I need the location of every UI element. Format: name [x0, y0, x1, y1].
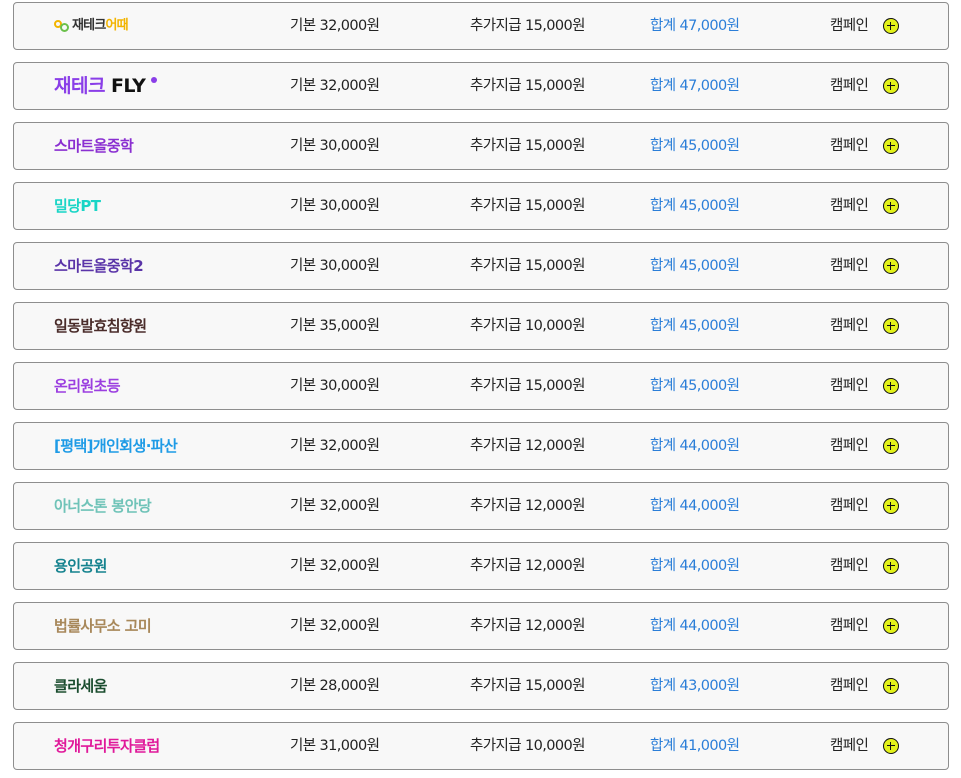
campaign-row[interactable]: 재테크 FLY 기본 32,000원 추가지급 15,000원 합계 47,000원 캠페… — [13, 62, 949, 110]
plus-circle-icon[interactable] — [883, 738, 899, 754]
plus-circle-icon[interactable] — [883, 438, 899, 454]
plus-circle-icon[interactable] — [883, 318, 899, 334]
extra-amount: 추가지급 15,000원 — [470, 18, 585, 34]
brand-name: 청개구리투자클럽 — [54, 737, 160, 755]
extra-amount: 추가지급 10,000원 — [470, 318, 585, 334]
brand-name: 스마트올중학 — [54, 137, 134, 155]
base-amount: 기본 30,000원 — [290, 198, 380, 214]
extra-amount: 추가지급 12,000원 — [470, 438, 585, 454]
total-amount: 합계 45,000원 — [650, 258, 740, 274]
extra-amount: 추가지급 15,000원 — [470, 198, 585, 214]
brand-name-part: 어때 — [105, 18, 128, 33]
total-amount: 합계 44,000원 — [650, 498, 740, 514]
campaign-label: 캠페인 — [830, 738, 869, 754]
brand-name: 법률사무소 고미 — [54, 617, 152, 635]
plus-circle-icon[interactable] — [883, 18, 899, 34]
campaign-row[interactable]: 스마트올중학2 기본 30,000원 추가지급 15,000원 합계 45,000원 캠… — [13, 242, 949, 290]
plus-circle-icon[interactable] — [883, 138, 899, 154]
total-amount: 합계 44,000원 — [650, 438, 740, 454]
extra-amount: 추가지급 10,000원 — [470, 738, 585, 754]
base-amount: 기본 30,000원 — [290, 138, 380, 154]
campaign-label: 캠페인 — [830, 78, 869, 94]
campaign-row[interactable]: 재테크어때 기본 32,000원 추가지급 15,000원 합계 47,000원 캠페인 — [13, 2, 949, 50]
brand-name: 재테크어때 — [72, 3, 129, 49]
total-amount: 합계 44,000원 — [650, 558, 740, 574]
total-amount: 합계 45,000원 — [650, 378, 740, 394]
brand-name: 온리원초등 — [54, 377, 121, 395]
extra-amount: 추가지급 12,000원 — [470, 498, 585, 514]
brand-name: 일동발효침향원 — [54, 317, 147, 335]
campaign-label: 캠페인 — [830, 318, 869, 334]
plus-circle-icon[interactable] — [883, 498, 899, 514]
extra-amount: 추가지급 12,000원 — [470, 618, 585, 634]
campaign-row[interactable]: 아너스톤 봉안당 기본 32,000원 추가지급 12,000원 합계 44,000원… — [13, 482, 949, 530]
extra-amount: 추가지급 12,000원 — [470, 558, 585, 574]
campaign-row[interactable]: 클라세움 기본 28,000원 추가지급 15,000원 합계 43,000원 캠페인 — [13, 662, 949, 710]
extra-amount: 추가지급 15,000원 — [470, 138, 585, 154]
total-amount: 합계 45,000원 — [650, 198, 740, 214]
base-amount: 기본 32,000원 — [290, 558, 380, 574]
jaetech-logo-icon — [54, 20, 70, 32]
brand-name: 스마트올중학2 — [54, 257, 144, 275]
base-amount: 기본 30,000원 — [290, 258, 380, 274]
campaign-label: 캠페인 — [830, 18, 869, 34]
brand-name: 밀당PT — [54, 197, 101, 215]
total-amount: 합계 45,000원 — [650, 138, 740, 154]
campaign-label: 캠페인 — [830, 438, 869, 454]
extra-amount: 추가지급 15,000원 — [470, 258, 585, 274]
total-amount: 합계 41,000원 — [650, 738, 740, 754]
campaign-label: 캠페인 — [830, 618, 869, 634]
extra-amount: 추가지급 15,000원 — [470, 378, 585, 394]
total-amount: 합계 43,000원 — [650, 678, 740, 694]
campaign-row[interactable]: 스마트올중학 기본 30,000원 추가지급 15,000원 합계 45,000원 캠페… — [13, 122, 949, 170]
plus-circle-icon[interactable] — [883, 618, 899, 634]
base-amount: 기본 31,000원 — [290, 738, 380, 754]
campaign-label: 캠페인 — [830, 498, 869, 514]
campaign-row[interactable]: 법률사무소 고미 기본 32,000원 추가지급 12,000원 합계 44,000원… — [13, 602, 949, 650]
plus-circle-icon[interactable] — [883, 678, 899, 694]
campaign-label: 캠페인 — [830, 138, 869, 154]
extra-amount: 추가지급 15,000원 — [470, 678, 585, 694]
base-amount: 기본 35,000원 — [290, 318, 380, 334]
campaign-row[interactable]: 청개구리투자클럽 기본 31,000원 추가지급 10,000원 합계 41,000원… — [13, 722, 949, 770]
campaign-label: 캠페인 — [830, 258, 869, 274]
campaign-row[interactable]: [평택]개인회생·파산 기본 32,000원 추가지급 12,000원 합계 44,0… — [13, 422, 949, 470]
campaign-label: 캠페인 — [830, 378, 869, 394]
brand-name: 재테크 FLY — [54, 63, 146, 109]
plus-circle-icon[interactable] — [883, 78, 899, 94]
brand-name: 아너스톤 봉안당 — [54, 497, 152, 515]
brand-name-part: FLY — [110, 75, 146, 97]
brand-name-part: 재테크 — [72, 18, 106, 33]
base-amount: 기본 28,000원 — [290, 678, 380, 694]
campaign-row[interactable]: 용인공원 기본 32,000원 추가지급 12,000원 합계 44,000원 캠페인 — [13, 542, 949, 590]
plus-circle-icon[interactable] — [883, 198, 899, 214]
campaign-label: 캠페인 — [830, 558, 869, 574]
total-amount: 합계 47,000원 — [650, 18, 740, 34]
brand-name: [평택]개인회생·파산 — [54, 437, 178, 455]
plus-circle-icon[interactable] — [883, 378, 899, 394]
total-amount: 합계 44,000원 — [650, 618, 740, 634]
base-amount: 기본 32,000원 — [290, 18, 380, 34]
fly-logo-dot-icon — [151, 77, 157, 83]
total-amount: 합계 45,000원 — [650, 318, 740, 334]
plus-circle-icon[interactable] — [883, 258, 899, 274]
brand-name: 클라세움 — [54, 677, 107, 695]
brand-name-part: 재테크 — [54, 75, 105, 97]
base-amount: 기본 32,000원 — [290, 618, 380, 634]
campaign-label: 캠페인 — [830, 678, 869, 694]
brand-name: 용인공원 — [54, 557, 107, 575]
extra-amount: 추가지급 15,000원 — [470, 78, 585, 94]
campaign-row[interactable]: 일동발효침향원 기본 35,000원 추가지급 10,000원 합계 45,000원 캠… — [13, 302, 949, 350]
base-amount: 기본 32,000원 — [290, 498, 380, 514]
campaign-label: 캠페인 — [830, 198, 869, 214]
campaign-row[interactable]: 밀당PT 기본 30,000원 추가지급 15,000원 합계 45,000원 캠페인 — [13, 182, 949, 230]
total-amount: 합계 47,000원 — [650, 78, 740, 94]
plus-circle-icon[interactable] — [883, 558, 899, 574]
campaign-row[interactable]: 온리원초등 기본 30,000원 추가지급 15,000원 합계 45,000원 캠페인 — [13, 362, 949, 410]
base-amount: 기본 32,000원 — [290, 438, 380, 454]
base-amount: 기본 30,000원 — [290, 378, 380, 394]
base-amount: 기본 32,000원 — [290, 78, 380, 94]
